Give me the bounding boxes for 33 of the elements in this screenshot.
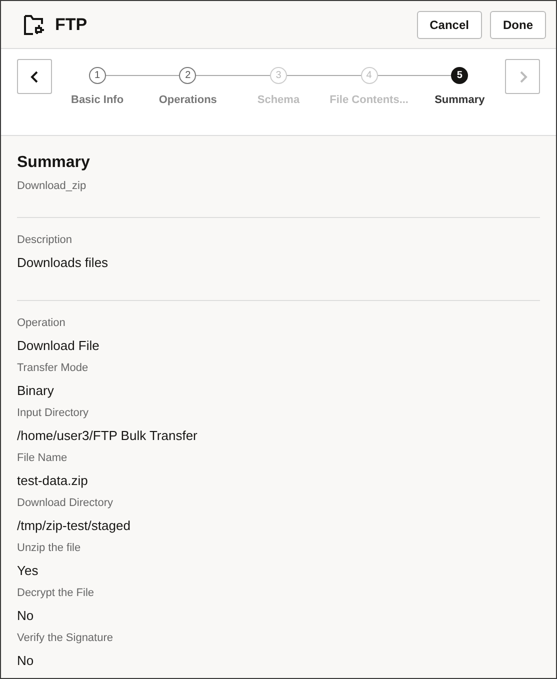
field-label: Description (17, 233, 74, 248)
step-number[interactable]: 5 (451, 67, 468, 84)
cancel-button[interactable]: Cancel (416, 10, 482, 38)
field-value: Download File (17, 337, 100, 355)
field-value: No (17, 652, 35, 670)
section-title: Summary (17, 154, 91, 172)
chevron-right-icon (518, 70, 528, 82)
field-value: Binary (17, 382, 55, 400)
field-value: /tmp/zip-test/staged (17, 517, 132, 535)
folder-plug-icon (23, 14, 45, 36)
field-value: Yes (17, 562, 40, 580)
done-button[interactable]: Done (490, 10, 546, 38)
field-label: File Name (17, 451, 68, 466)
field-value: test-data.zip (17, 472, 89, 490)
window-title: FTP (55, 14, 88, 34)
field-label: Input Directory (17, 406, 90, 421)
step-label[interactable]: Summary (434, 94, 485, 106)
step-number[interactable]: 2 (179, 67, 196, 84)
field-label: Decrypt the File (17, 586, 96, 601)
section-subtitle: Download_zip (17, 180, 88, 192)
previous-button[interactable] (17, 59, 52, 94)
field-label: Transfer Mode (17, 361, 90, 376)
field-value: No (17, 607, 35, 625)
field-label: Operation (17, 316, 66, 331)
field-label: Verify the Signature (17, 631, 114, 646)
step-label[interactable]: Basic Info (71, 94, 124, 106)
field-value: Downloads files (17, 254, 110, 272)
step-label[interactable]: Operations (158, 94, 217, 106)
step-number[interactable]: 1 (88, 67, 106, 84)
chevron-left-icon (30, 70, 40, 82)
field-label: Unzip the file (17, 541, 82, 556)
field-label: Download Directory (17, 496, 114, 511)
field-value: /home/user3/FTP Bulk Transfer (17, 427, 198, 445)
